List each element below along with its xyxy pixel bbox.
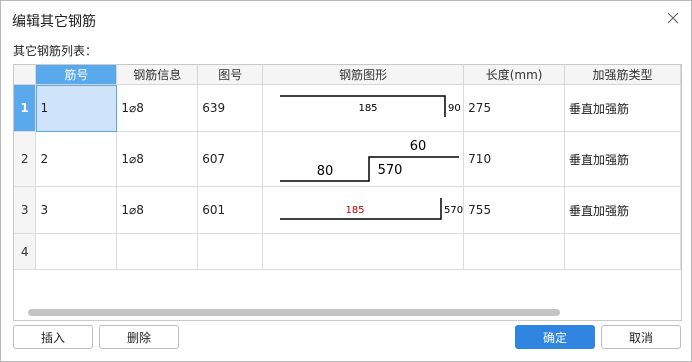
info-cell[interactable]: 1⌀8 <box>116 131 199 187</box>
length-cell[interactable]: 710 <box>463 131 566 187</box>
rebar-shape-drawing: 185 90 <box>280 95 461 117</box>
rebar-shape-drawing: 185 570 <box>280 198 463 220</box>
insert-button[interactable]: 插入 <box>13 325 93 349</box>
col-header-shape[interactable]: 钢筋图形 <box>262 65 465 85</box>
bar-no-cell[interactable] <box>35 233 118 270</box>
dialog-title: 编辑其它钢筋 <box>12 14 96 30</box>
bar-no-cell[interactable]: 3 <box>35 186 118 234</box>
col-header-figure-no[interactable]: 图号 <box>197 65 264 85</box>
rebar-list-label: 其它钢筋列表： <box>13 44 98 58</box>
figure-no-cell[interactable]: 639 <box>197 84 264 132</box>
bar-no-cell[interactable]: 2 <box>35 131 118 187</box>
type-cell[interactable] <box>564 233 681 270</box>
figure-no-cell[interactable]: 607 <box>197 131 264 187</box>
rebar-shape-drawing: 60 80 570 <box>280 139 460 182</box>
shape-label: 570 <box>444 205 463 216</box>
col-header-info[interactable]: 钢筋信息 <box>116 65 199 85</box>
shape-label: 60 <box>410 139 427 154</box>
shape-label: 185 <box>346 205 365 216</box>
shape-cell[interactable] <box>262 233 465 270</box>
col-header-type[interactable]: 加强筋类型 <box>564 65 681 85</box>
table-row[interactable]: 4 <box>14 233 681 270</box>
info-cell[interactable]: 1⌀8 <box>116 186 199 234</box>
table-row[interactable]: 2 2 1⌀8 607 60 80 570 710 垂直加强筋 <box>14 131 681 187</box>
edit-other-rebar-dialog: 编辑其它钢筋 其它钢筋列表： 筋号 钢筋信息 图号 钢筋图形 长度(mm) 加强… <box>0 0 692 362</box>
shape-label: 90 <box>448 103 461 114</box>
row-header[interactable]: 1 <box>14 84 37 132</box>
rebar-table: 筋号 钢筋信息 图号 钢筋图形 长度(mm) 加强筋类型 1 1 1⌀8 639 <box>13 64 682 321</box>
shape-cell[interactable]: 60 80 570 <box>262 131 465 187</box>
table-row[interactable]: 3 3 1⌀8 601 185 570 755 垂直加强筋 <box>14 186 681 234</box>
row-header[interactable]: 2 <box>14 131 37 187</box>
bar-no-cell[interactable]: 1 <box>35 84 118 132</box>
row-header[interactable]: 3 <box>14 186 37 234</box>
type-cell[interactable]: 垂直加强筋 <box>564 84 681 132</box>
shape-cell[interactable]: 185 570 <box>262 186 465 234</box>
close-icon[interactable] <box>666 11 680 25</box>
shape-cell[interactable]: 185 90 <box>262 84 465 132</box>
corner-cell <box>14 65 37 85</box>
col-header-bar-no[interactable]: 筋号 <box>35 65 118 85</box>
type-cell[interactable]: 垂直加强筋 <box>564 186 681 234</box>
cancel-button[interactable]: 取消 <box>601 325 681 349</box>
length-cell[interactable]: 755 <box>463 186 566 234</box>
shape-label: 570 <box>378 163 403 178</box>
figure-no-cell[interactable] <box>197 233 264 270</box>
col-header-length[interactable]: 长度(mm) <box>463 65 566 85</box>
table-header-row: 筋号 钢筋信息 图号 钢筋图形 长度(mm) 加强筋类型 <box>14 65 681 85</box>
ok-button[interactable]: 确定 <box>515 325 595 349</box>
row-header[interactable]: 4 <box>14 233 37 270</box>
length-cell[interactable] <box>463 233 566 270</box>
table-row[interactable]: 1 1 1⌀8 639 185 90 275 垂直加强筋 <box>14 84 681 132</box>
shape-label: 80 <box>317 164 334 179</box>
length-cell[interactable]: 275 <box>463 84 566 132</box>
shape-label: 185 <box>359 103 378 114</box>
delete-button[interactable]: 删除 <box>99 325 179 349</box>
figure-no-cell[interactable]: 601 <box>197 186 264 234</box>
info-cell[interactable]: 1⌀8 <box>116 84 199 132</box>
horizontal-scrollbar[interactable] <box>28 309 560 316</box>
info-cell[interactable] <box>116 233 199 270</box>
type-cell[interactable]: 垂直加强筋 <box>564 131 681 187</box>
